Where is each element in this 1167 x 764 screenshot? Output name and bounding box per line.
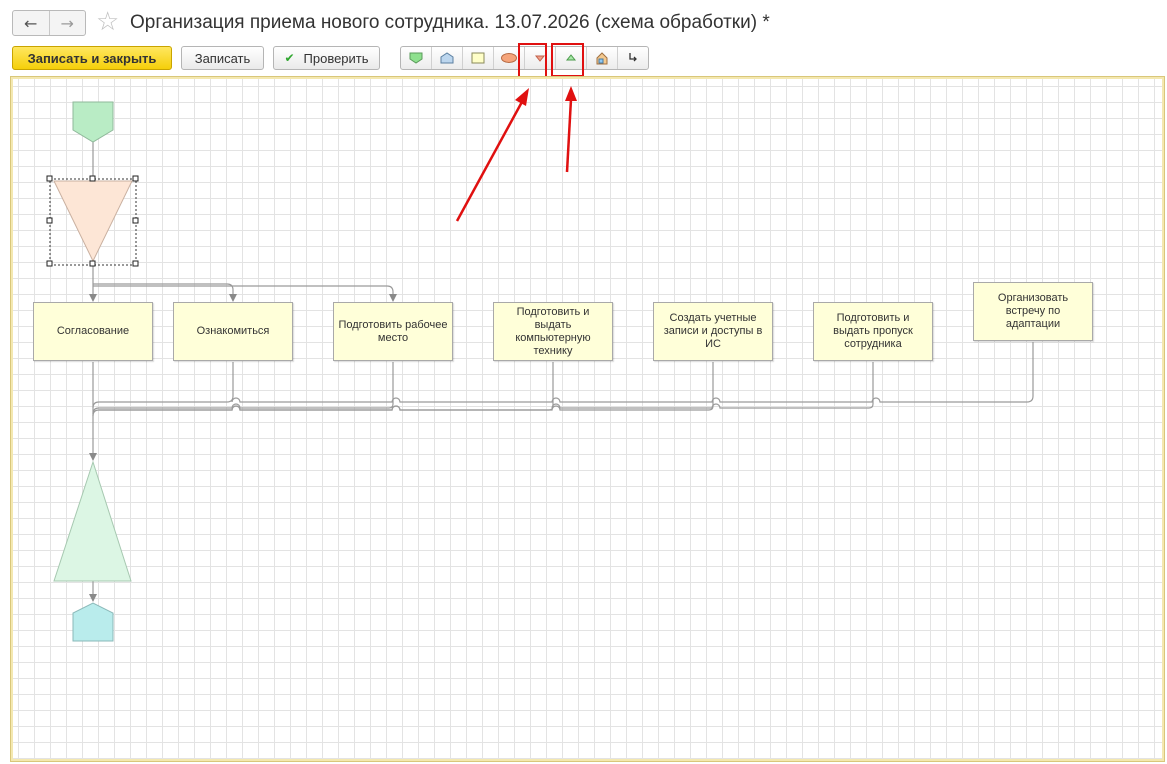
action-icon[interactable] bbox=[463, 47, 494, 69]
checkmark-icon: ✔ bbox=[284, 51, 295, 65]
save-and-close-button[interactable]: Записать и закрыть bbox=[12, 46, 172, 70]
save-button[interactable]: Записать bbox=[181, 46, 264, 70]
task-issue-pass[interactable]: Подготовить и выдать пропуск сотрудника bbox=[813, 302, 933, 361]
task-prepare-workplace[interactable]: Подготовить рабочее место bbox=[333, 302, 453, 361]
end-point-icon[interactable] bbox=[432, 47, 463, 69]
task-approval[interactable]: Согласование bbox=[33, 302, 153, 361]
task-familiarize[interactable]: Ознакомиться bbox=[173, 302, 293, 361]
history-nav: ← → bbox=[12, 10, 86, 36]
start-point-icon[interactable] bbox=[401, 47, 432, 69]
favorite-star-icon[interactable]: ☆ bbox=[96, 8, 119, 36]
connector-icon[interactable] bbox=[618, 47, 648, 69]
task-create-accounts[interactable]: Создать учетные записи и доступы в ИС bbox=[653, 302, 773, 361]
task-adaptation-meeting[interactable]: Организовать встречу по адаптации bbox=[973, 282, 1093, 341]
title-bar: ← → ☆ Организация приема нового сотрудни… bbox=[0, 0, 1167, 44]
check-button-label: Проверить bbox=[303, 50, 369, 66]
split-tool-highlight bbox=[518, 43, 547, 79]
nested-process-icon[interactable] bbox=[587, 47, 618, 69]
check-button[interactable]: ✔ Проверить bbox=[273, 46, 380, 70]
back-arrow-icon[interactable]: ← bbox=[13, 11, 49, 35]
forward-arrow-icon[interactable]: → bbox=[48, 11, 86, 35]
window-title: Организация приема нового сотрудника. 13… bbox=[130, 12, 770, 33]
diagram-canvas[interactable] bbox=[10, 76, 1165, 762]
join-tool-highlight bbox=[551, 43, 584, 77]
task-issue-computer[interactable]: Подготовить и выдать компьютерную техник… bbox=[493, 302, 613, 361]
